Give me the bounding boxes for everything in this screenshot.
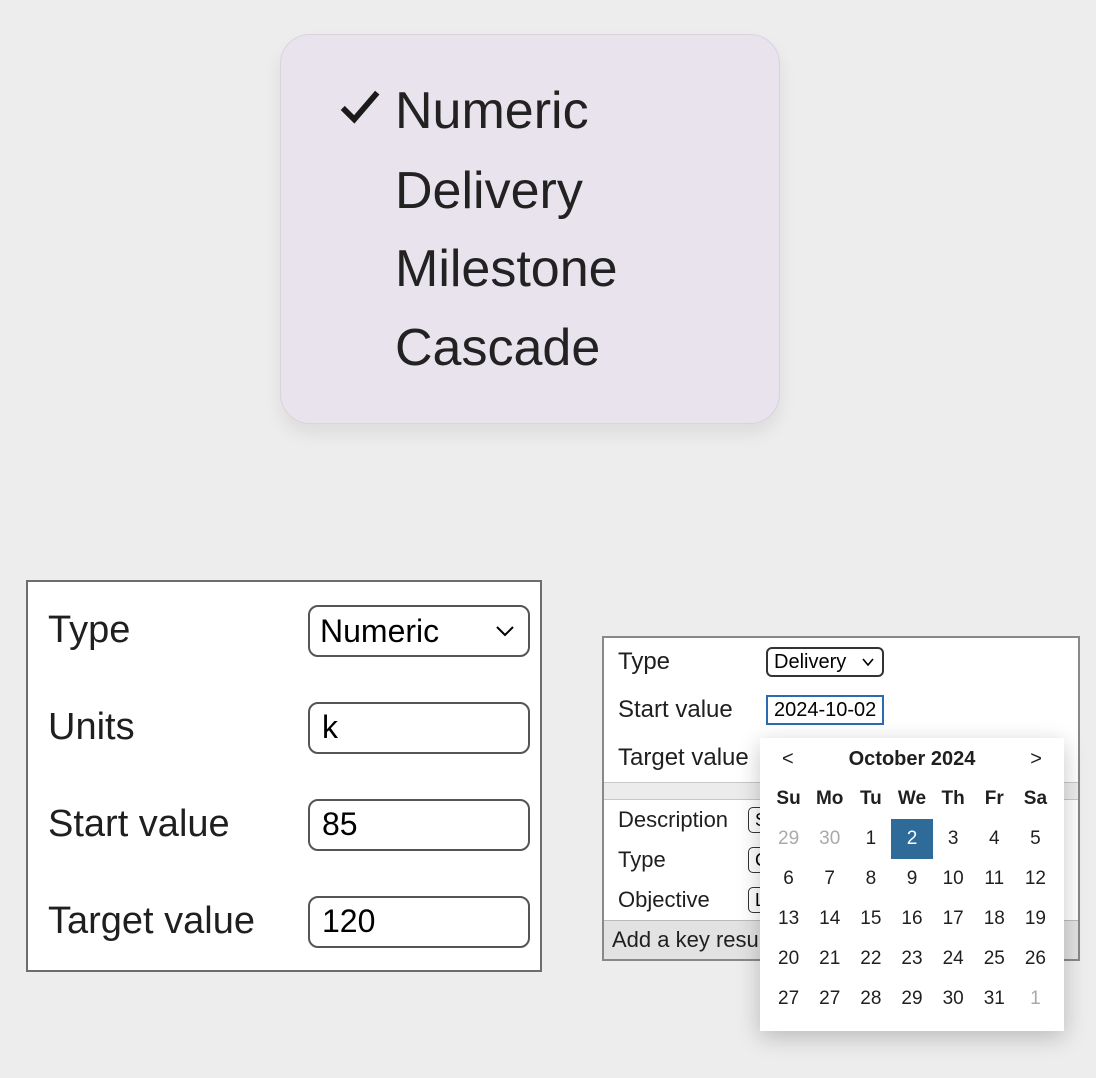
calendar-day[interactable]: 20 xyxy=(768,939,809,979)
objective-label: Objective xyxy=(618,887,748,913)
calendar-grid: Su Mo Tu We Th Fr Sa 2930123456789101112… xyxy=(768,779,1056,1019)
calendar-day[interactable]: 2 xyxy=(891,819,932,859)
weekday-header: Mo xyxy=(809,779,850,819)
calendar-day[interactable]: 26 xyxy=(1015,939,1056,979)
type-label: Type xyxy=(48,609,308,652)
weekday-header: We xyxy=(891,779,932,819)
calendar-day[interactable]: 17 xyxy=(933,899,974,939)
calendar-day[interactable]: 23 xyxy=(891,939,932,979)
calendar-day[interactable]: 3 xyxy=(933,819,974,859)
dropdown-option-label: Cascade xyxy=(395,321,600,376)
start-value-input[interactable] xyxy=(308,799,530,851)
target-value-input[interactable] xyxy=(308,896,530,948)
start-value-date-input[interactable] xyxy=(766,695,884,725)
calendar-day[interactable]: 6 xyxy=(768,859,809,899)
calendar-day[interactable]: 29 xyxy=(891,979,932,1019)
calendar-day[interactable]: 10 xyxy=(933,859,974,899)
check-icon xyxy=(325,83,395,140)
calendar-day[interactable]: 27 xyxy=(768,979,809,1019)
calendar-day[interactable]: 8 xyxy=(850,859,891,899)
type-dropdown-list[interactable]: Numeric Delivery Milestone Cascade xyxy=(280,34,780,424)
calendar-day[interactable]: 31 xyxy=(974,979,1015,1019)
type-select[interactable]: Delivery xyxy=(766,647,884,677)
calendar-day[interactable]: 5 xyxy=(1015,819,1056,859)
start-value-label: Start value xyxy=(48,803,308,846)
weekday-header: Fr xyxy=(974,779,1015,819)
date-picker-popup: < October 2024 > Su Mo Tu We Th Fr Sa 29… xyxy=(760,738,1064,1031)
calendar-day[interactable]: 1 xyxy=(1015,979,1056,1019)
calendar-day[interactable]: 11 xyxy=(974,859,1015,899)
weekday-header: Sa xyxy=(1015,779,1056,819)
calendar-day[interactable]: 28 xyxy=(850,979,891,1019)
weekday-header: Th xyxy=(933,779,974,819)
calendar-day[interactable]: 13 xyxy=(768,899,809,939)
target-value-label: Target value xyxy=(48,900,308,943)
calendar-prev-button[interactable]: < xyxy=(776,748,800,771)
dropdown-option-cascade[interactable]: Cascade xyxy=(325,309,735,388)
units-label: Units xyxy=(48,706,308,749)
target-value-label: Target value xyxy=(618,744,766,772)
calendar-day[interactable]: 30 xyxy=(933,979,974,1019)
calendar-day[interactable]: 1 xyxy=(850,819,891,859)
calendar-day[interactable]: 25 xyxy=(974,939,1015,979)
calendar-day[interactable]: 16 xyxy=(891,899,932,939)
dropdown-option-label: Delivery xyxy=(395,164,583,219)
type-select[interactable]: Numeric xyxy=(308,605,530,657)
calendar-day[interactable]: 15 xyxy=(850,899,891,939)
calendar-day[interactable]: 22 xyxy=(850,939,891,979)
numeric-form-panel: Type Numeric Units Start value Target va… xyxy=(26,580,542,972)
weekday-header: Su xyxy=(768,779,809,819)
dropdown-option-label: Milestone xyxy=(395,242,618,297)
weekday-header: Tu xyxy=(850,779,891,819)
units-input[interactable] xyxy=(308,702,530,754)
calendar-day[interactable]: 19 xyxy=(1015,899,1056,939)
calendar-next-button[interactable]: > xyxy=(1024,748,1048,771)
type-label: Type xyxy=(618,648,766,676)
calendar-day[interactable]: 18 xyxy=(974,899,1015,939)
type2-label: Type xyxy=(618,847,748,873)
calendar-day[interactable]: 30 xyxy=(809,819,850,859)
calendar-day[interactable]: 21 xyxy=(809,939,850,979)
dropdown-option-delivery[interactable]: Delivery xyxy=(325,152,735,231)
calendar-day[interactable]: 4 xyxy=(974,819,1015,859)
calendar-day[interactable]: 7 xyxy=(809,859,850,899)
calendar-day[interactable]: 12 xyxy=(1015,859,1056,899)
calendar-day[interactable]: 14 xyxy=(809,899,850,939)
calendar-day[interactable]: 24 xyxy=(933,939,974,979)
calendar-month-label: October 2024 xyxy=(849,748,976,771)
start-value-label: Start value xyxy=(618,696,766,724)
description-label: Description xyxy=(618,807,748,833)
calendar-day[interactable]: 27 xyxy=(809,979,850,1019)
dropdown-option-label: Numeric xyxy=(395,84,589,139)
dropdown-option-milestone[interactable]: Milestone xyxy=(325,230,735,309)
calendar-day[interactable]: 29 xyxy=(768,819,809,859)
dropdown-option-numeric[interactable]: Numeric xyxy=(325,71,735,152)
calendar-day[interactable]: 9 xyxy=(891,859,932,899)
